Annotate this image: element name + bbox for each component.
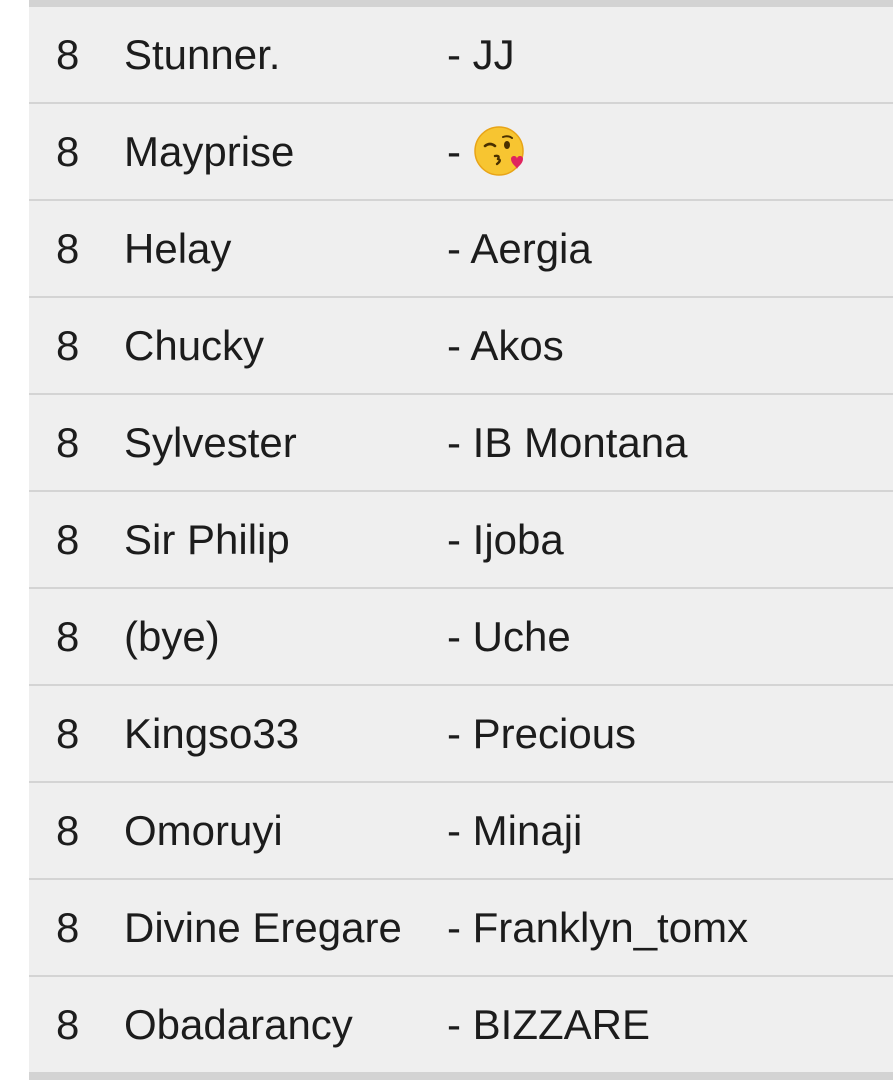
- partner-cell: - Uche: [447, 613, 571, 660]
- player-cell: Kingso33: [124, 710, 300, 757]
- player-cell: Sylvester: [124, 419, 297, 466]
- table-row: 8 Sylvester - IB Montana: [29, 395, 893, 492]
- player-cell: Chucky: [124, 322, 265, 369]
- table-row: 8 Omoruyi - Minaji: [29, 783, 893, 880]
- rank-cell: 8: [56, 710, 80, 757]
- table-row: 8 (bye) - Uche: [29, 589, 893, 686]
- player-cell: Obadarancy: [124, 1001, 353, 1048]
- player-cell: Sir Philip: [124, 516, 290, 563]
- rank-cell: 8: [56, 807, 80, 854]
- rank-cell: 8: [56, 613, 80, 660]
- rank-cell: 8: [56, 419, 80, 466]
- table-row: 8 Stunner. - JJ: [29, 7, 893, 104]
- table-row: 8 Chucky - Akos: [29, 298, 893, 395]
- partner-cell: - JJ: [447, 31, 515, 78]
- partner-cell: - Precious: [447, 710, 637, 757]
- partner-cell: - IB Montana: [447, 419, 688, 466]
- results-table: 8 Stunner. - JJ 8 Mayprise - 8 Helay - A…: [29, 0, 893, 1080]
- kissing-face-with-heart-emoji-icon: [473, 126, 524, 176]
- rank-cell: 8: [56, 225, 80, 272]
- partner-cell: - Franklyn_tomx: [447, 904, 749, 951]
- rank-cell: 8: [56, 128, 80, 175]
- partner-cell: - Minaji: [447, 807, 583, 854]
- table-bottom-border: [29, 1072, 893, 1080]
- table-row: 8 Helay - Aergia: [29, 201, 893, 298]
- player-cell: (bye): [124, 613, 220, 660]
- partner-cell: - Akos: [447, 322, 564, 369]
- table-row: 8 Mayprise -: [29, 104, 893, 201]
- partner-prefix: -: [447, 128, 473, 175]
- player-cell: Helay: [124, 225, 232, 272]
- table-row: 8 Sir Philip - Ijoba: [29, 492, 893, 589]
- player-cell: Divine Eregare: [124, 904, 402, 951]
- rank-cell: 8: [56, 516, 80, 563]
- partner-cell: - Aergia: [447, 225, 592, 272]
- partner-cell: - BIZZARE: [447, 1001, 651, 1048]
- player-cell: Stunner.: [124, 31, 281, 78]
- rank-cell: 8: [56, 322, 80, 369]
- player-cell: Mayprise: [124, 128, 295, 175]
- rank-cell: 8: [56, 904, 80, 951]
- rank-cell: 8: [56, 1001, 80, 1048]
- table-row: 8 Kingso33 - Precious: [29, 686, 893, 783]
- player-cell: Omoruyi: [124, 807, 283, 854]
- partner-cell: -: [447, 104, 525, 199]
- table-row: 8 Divine Eregare - Franklyn_tomx: [29, 880, 893, 977]
- table-row: 8 Obadarancy - BIZZARE: [29, 977, 893, 1074]
- rank-cell: 8: [56, 31, 80, 78]
- partner-cell: - Ijoba: [447, 516, 564, 563]
